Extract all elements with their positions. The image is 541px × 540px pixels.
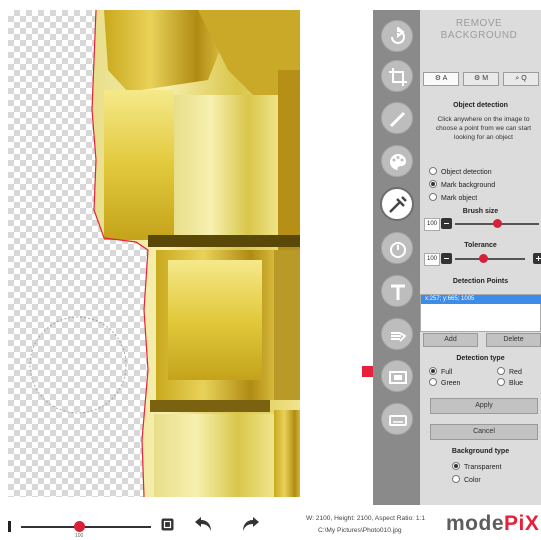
tolerance-decrease-button[interactable]: [441, 253, 452, 264]
list-item[interactable]: x:257; y:665; 1005: [421, 295, 541, 304]
settings-panel: REMOVE BACKGROUND ⚙ A ⚙ M ⌕ Q Object det…: [420, 10, 541, 505]
tab-label: Q: [521, 75, 527, 82]
radio-button[interactable]: [429, 193, 437, 201]
frame-icon[interactable]: [381, 360, 413, 392]
radio-button[interactable]: [429, 378, 437, 386]
radio-red[interactable]: Red: [497, 367, 522, 377]
app-logo: modePiX: [446, 512, 539, 536]
image-info: W: 2100, Height: 2100, Aspect Ratio: 1:1: [306, 515, 426, 522]
hand-icon[interactable]: [381, 318, 413, 350]
radio-label: Red: [509, 369, 522, 376]
left-edge-marker: [8, 521, 11, 532]
brush-size-slider-knob[interactable]: [493, 219, 502, 228]
zoom-slider-knob[interactable]: [74, 521, 85, 532]
radio-label: Mark object: [441, 195, 478, 202]
radio-label: Object detection: [441, 169, 492, 176]
logo-accent-text: PiX: [504, 512, 540, 535]
radio-button[interactable]: [497, 378, 505, 386]
file-path: C:\My Pictures\Photo010.jpg: [318, 527, 402, 534]
add-point-button[interactable]: Add: [423, 333, 478, 347]
panel-tabs: ⚙ A ⚙ M ⌕ Q: [423, 72, 541, 86]
brush-size-label: Brush size: [462, 208, 499, 215]
radio-label: Transparent: [464, 464, 502, 471]
background-type-label: Background type: [451, 448, 510, 455]
radio-object-detection[interactable]: Object detection: [429, 167, 492, 177]
redo-icon[interactable]: [240, 515, 260, 538]
detection-points-label: Detection Points: [452, 278, 509, 285]
radio-button[interactable]: [452, 462, 460, 470]
rotate-icon[interactable]: [381, 20, 413, 52]
object-detection-description: Click anywhere on the image to choose a …: [435, 116, 532, 141]
panel-title: REMOVE BACKGROUND: [440, 18, 518, 41]
object-detection-title: Object detection: [453, 102, 508, 109]
tolerance-increase-button[interactable]: [533, 253, 541, 264]
undo-icon[interactable]: [194, 515, 214, 538]
tab-label: M: [482, 75, 489, 82]
radio-color[interactable]: Color: [452, 475, 481, 485]
image-canvas[interactable]: [8, 10, 300, 497]
radio-full[interactable]: Full: [429, 367, 452, 377]
gear-icon: ⚙: [434, 75, 442, 82]
radio-button[interactable]: [429, 167, 437, 175]
radio-mark-object[interactable]: Mark object: [429, 193, 477, 203]
tolerance-slider-knob[interactable]: [479, 254, 488, 263]
tolerance-value[interactable]: 100: [424, 253, 440, 266]
delete-point-button[interactable]: Delete: [486, 333, 541, 347]
timer-icon[interactable]: [381, 232, 413, 264]
tolerance-label: Tolerance: [464, 242, 497, 249]
detection-points-list[interactable]: x:257; y:665; 1005: [420, 294, 541, 332]
radio-button[interactable]: [497, 367, 505, 375]
fit-screen-icon[interactable]: [161, 518, 174, 536]
remove-background-icon[interactable]: [380, 187, 414, 221]
radio-button[interactable]: [452, 475, 460, 483]
zoom-value: 100: [75, 533, 84, 539]
radio-green[interactable]: Green: [429, 378, 460, 388]
brush-size-value[interactable]: 100: [424, 218, 440, 231]
logo-text: mode: [446, 512, 505, 535]
zoom-slider[interactable]: [21, 526, 151, 528]
tab-manual[interactable]: ⚙ M: [463, 72, 499, 86]
canvas-margin: [300, 10, 373, 497]
radio-label: Green: [441, 380, 461, 387]
palette-icon[interactable]: [381, 145, 413, 177]
gear-icon: ⚙: [473, 75, 481, 82]
search-icon: ⌕: [515, 75, 520, 82]
keyboard-icon[interactable]: [381, 403, 413, 435]
brush-icon[interactable]: [381, 102, 413, 134]
tab-quick[interactable]: ⌕ Q: [503, 72, 539, 86]
watch-photo: [29, 10, 300, 497]
tool-sidebar: [373, 10, 420, 505]
radio-mark-background[interactable]: Mark background: [429, 180, 495, 190]
radio-label: Blue: [509, 380, 524, 387]
apply-button[interactable]: Apply: [430, 398, 538, 414]
cancel-button[interactable]: Cancel: [430, 424, 538, 440]
tab-label: A: [442, 75, 448, 82]
radio-label: Full: [441, 369, 453, 376]
radio-button[interactable]: [429, 367, 437, 375]
tolerance-slider[interactable]: [455, 258, 525, 260]
radio-button[interactable]: [429, 180, 437, 188]
brush-size-decrease-button[interactable]: [441, 218, 452, 229]
text-icon[interactable]: [381, 275, 413, 307]
detection-type-label: Detection type: [456, 355, 505, 362]
radio-label: Color: [464, 477, 481, 484]
radio-blue[interactable]: Blue: [497, 378, 523, 388]
panel-collapse-handle[interactable]: [362, 366, 373, 377]
radio-transparent[interactable]: Transparent: [452, 462, 501, 472]
radio-label: Mark background: [441, 182, 496, 189]
tab-auto[interactable]: ⚙ A: [423, 72, 459, 86]
crop-icon[interactable]: [381, 60, 413, 92]
